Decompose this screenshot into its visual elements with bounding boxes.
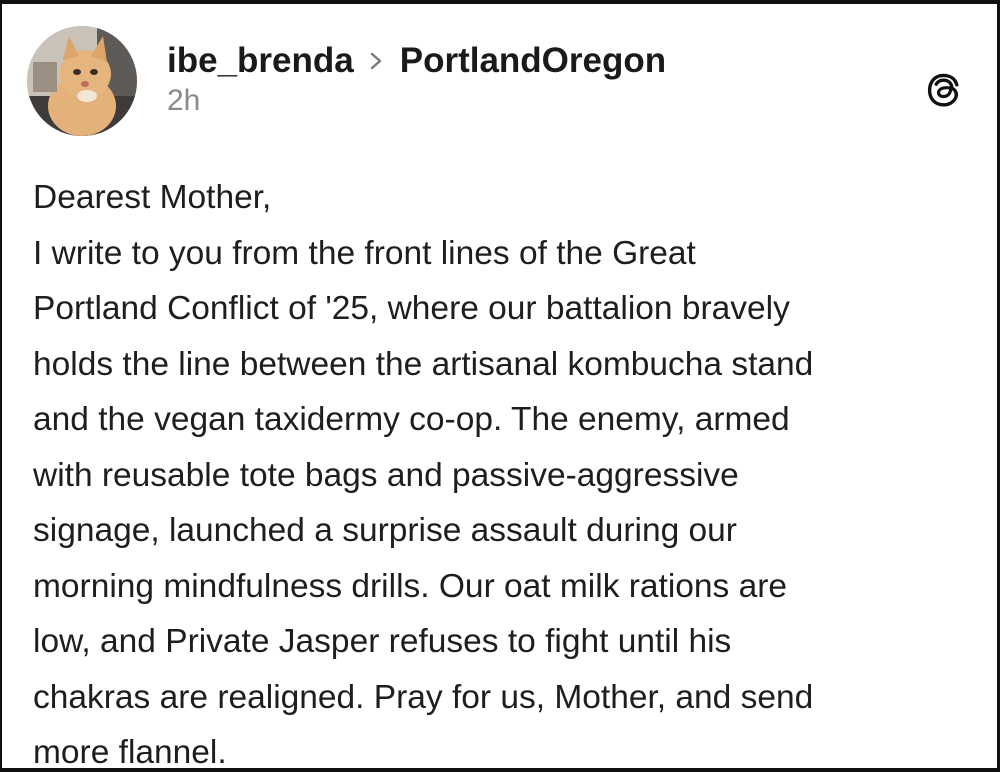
chevron-right-icon xyxy=(366,40,388,82)
cat-avatar-image xyxy=(27,26,137,136)
post-text-line: Portland Conflict of '25, where our batt… xyxy=(33,290,790,327)
post-text-line: low, and Private Jasper refuses to fight… xyxy=(33,623,732,660)
post-text-line: I write to you from the front lines of t… xyxy=(33,234,696,272)
username-link[interactable]: ibe_brenda xyxy=(167,41,354,81)
post-text-line: with reusable tote bags and passive-aggr… xyxy=(33,456,739,494)
post-meta: ibe_brenda PortlandOregon 2h xyxy=(167,40,666,118)
post-text-line: signage, launched a surprise assault dur… xyxy=(33,512,737,549)
author-line: ibe_brenda PortlandOregon xyxy=(167,40,666,82)
post-text-line: Dearest Mother, xyxy=(33,179,272,216)
post-body: Dearest Mother, I write to you from the … xyxy=(33,170,983,772)
post-header: ibe_brenda PortlandOregon 2h xyxy=(27,26,977,142)
avatar[interactable] xyxy=(27,26,137,136)
post-text-line: morning mindfulness drills. Our oat milk… xyxy=(33,567,788,605)
post-text-line: chakras are realigned. Pray for us, Moth… xyxy=(33,678,814,716)
community-link[interactable]: PortlandOregon xyxy=(400,41,666,81)
post-timestamp: 2h xyxy=(167,84,201,117)
post-card: ibe_brenda PortlandOregon 2h Dearest Mot… xyxy=(0,0,1000,772)
threads-logo-icon[interactable] xyxy=(921,68,965,112)
post-text-line: more flannel. xyxy=(33,734,227,771)
post-text-line: holds the line between the artisanal kom… xyxy=(33,345,814,383)
post-text-line: and the vegan taxidermy co-op. The enemy… xyxy=(33,401,790,438)
